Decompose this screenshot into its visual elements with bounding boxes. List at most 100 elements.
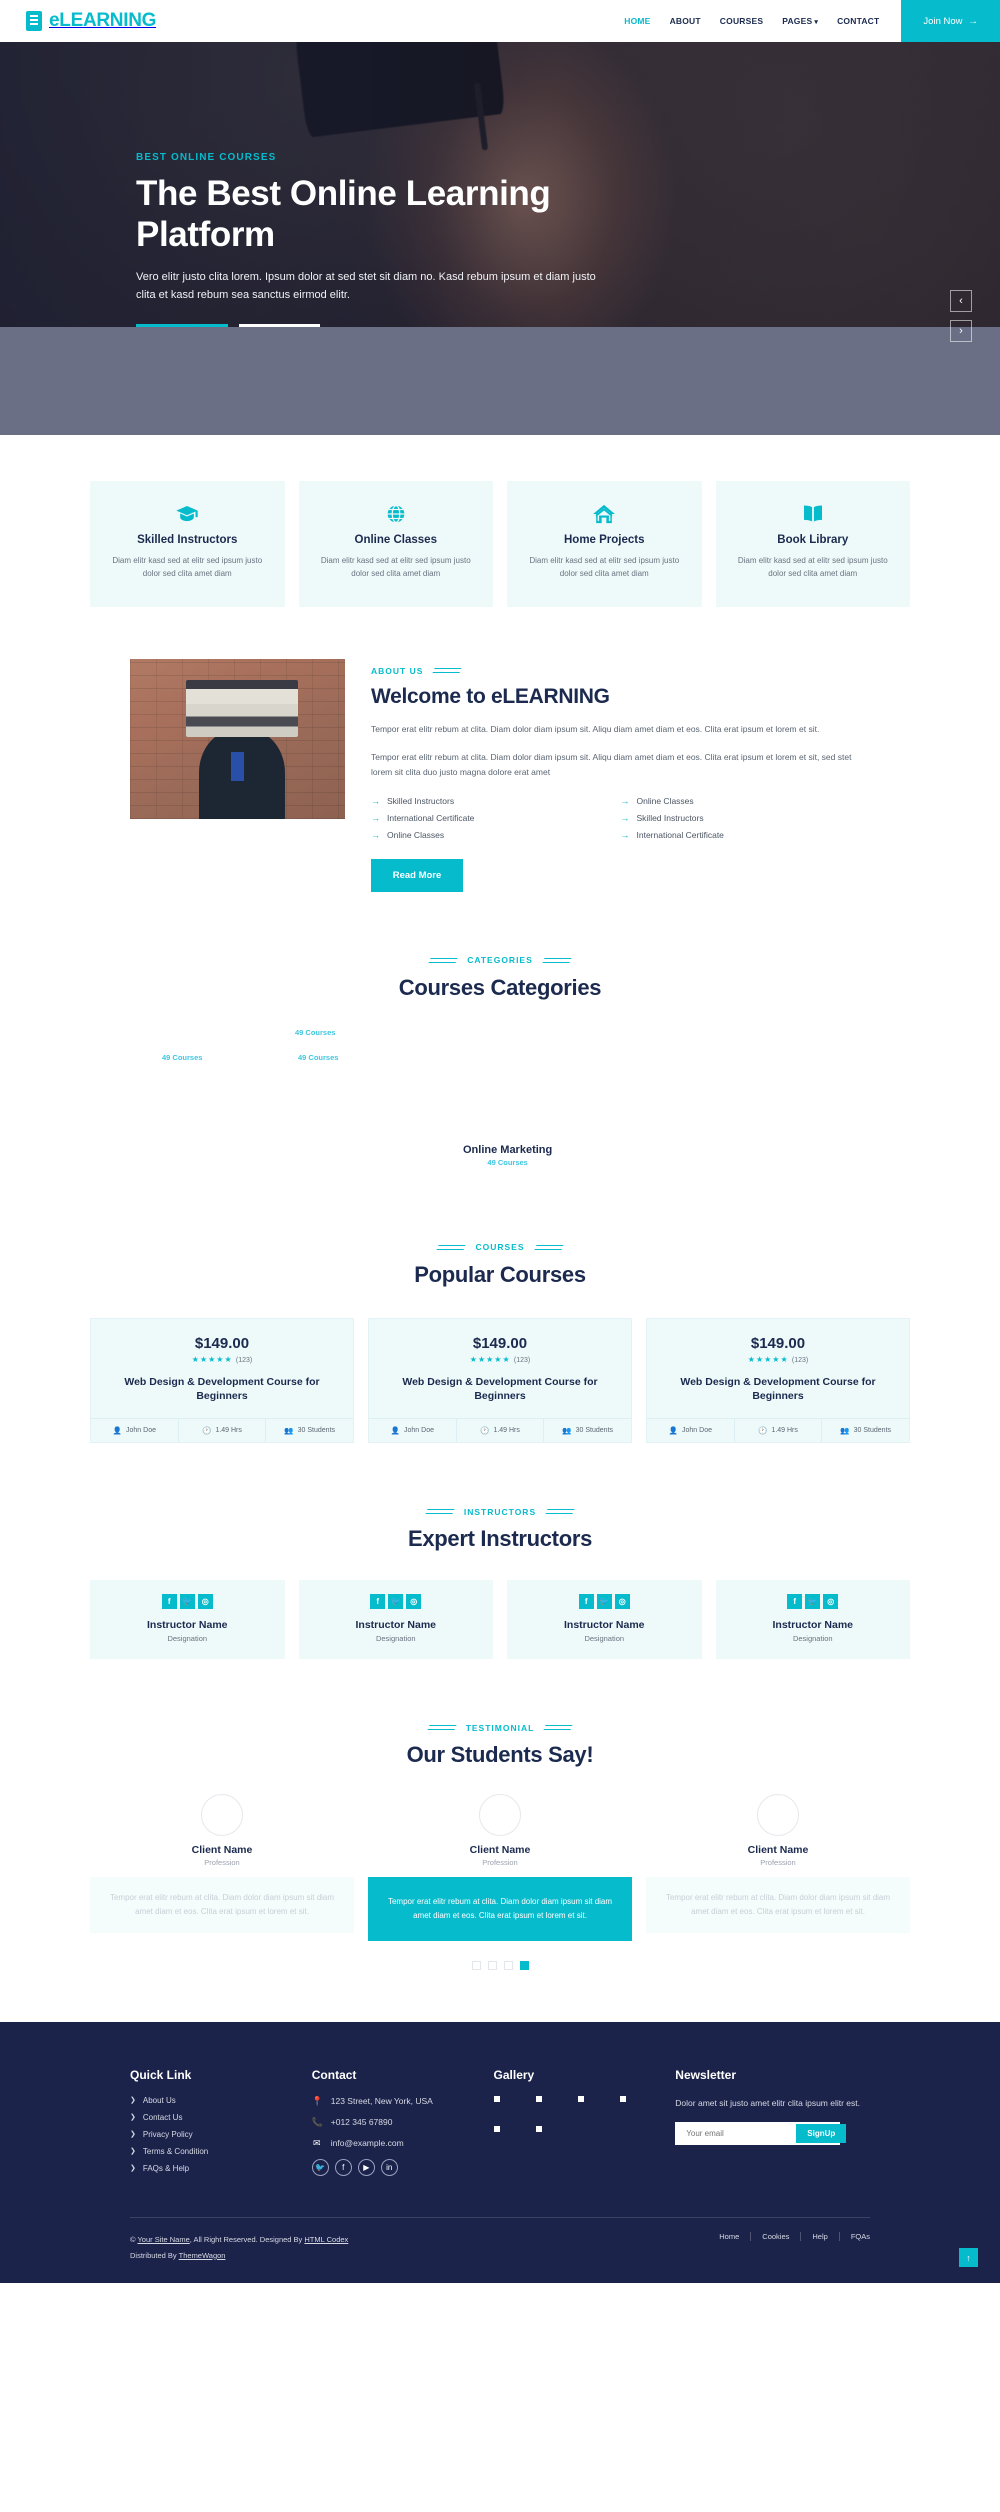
twitter-icon[interactable]: 🐦 [388,1594,404,1610]
carousel-prev-icon[interactable]: ‹ [950,290,972,312]
instructors-kicker: INSTRUCTORS [425,1507,575,1517]
carousel-dot-active[interactable] [519,1960,529,1970]
testimonial-carousel-dots [0,1960,1000,1970]
feature-text: Diam elitr kasd sed at elitr sed ipsum j… [112,556,263,578]
instructor-name: Instructor Name [146,1619,228,1632]
twitter-icon[interactable]: 🐦 [805,1594,821,1610]
carousel-dot[interactable] [503,1960,513,1970]
brand-label: eLEARNING [49,10,157,31]
course-students: 👥 30 Students [544,1419,631,1442]
facebook-icon[interactable]: f [787,1594,803,1610]
phone-icon: 📞 [311,2116,323,2127]
twitter-icon[interactable]: 🐦 [179,1594,195,1610]
instructors-header: INSTRUCTORS Expert Instructors [0,1501,1000,1552]
brand-logo[interactable]: eLEARNING [0,0,156,42]
instagram-icon[interactable]: ◎ [197,1594,213,1610]
footer-bottom-link-help[interactable]: Help [801,2231,840,2241]
copyright-site-link[interactable]: Your Site Name [137,2235,189,2244]
gallery-thumbnail[interactable] [535,2125,542,2132]
back-to-top-button[interactable]: ↑ [959,2248,978,2268]
category-card[interactable]: 49 Courses [162,1053,202,1062]
footer-bottom-link-home[interactable]: Home [708,2231,752,2241]
categories-kicker: CATEGORIES [428,955,572,965]
instructor-card[interactable]: f 🐦 ◎ Instructor Name Designation [90,1580,285,1660]
gallery-thumbnail[interactable] [535,2095,542,2102]
about-list-item: → Online Classes [371,830,621,840]
course-rating: ★★★★★ (123) [103,1355,341,1364]
gallery-thumbnail[interactable] [619,2095,626,2102]
nav-item-pages[interactable]: PAGES ▾ [782,16,818,26]
copyright-designer-link[interactable]: HTML Codex [304,2235,348,2244]
instructors-grid: f 🐦 ◎ Instructor Name Designation f 🐦 ◎ … [0,1580,1000,1660]
course-card[interactable]: $149.00 ★★★★★ (123) Web Design & Develop… [368,1317,632,1444]
footer-bottom-link-cookies[interactable]: Cookies [751,2231,802,2241]
facebook-icon[interactable]: f [370,1594,386,1610]
facebook-icon[interactable]: f [334,2158,352,2176]
nav-item-home[interactable]: HOME [624,16,650,26]
carousel-dot[interactable] [487,1960,497,1970]
newsletter-signup-button[interactable]: SignUp [796,2123,847,2143]
footer-link-faqs[interactable]: ❯ FAQs & Help [130,2164,286,2173]
footer-link-about-us[interactable]: ❯ About Us [130,2096,286,2105]
twitter-icon[interactable]: 🐦 [596,1594,612,1610]
testimonial-card[interactable]: Client Name Profession Tempor erat elitr… [646,1794,910,1933]
join-now-button[interactable]: Join Now → [901,0,1000,42]
footer-link-privacy-policy[interactable]: ❯ Privacy Policy [130,2130,286,2139]
gallery-thumbnail[interactable] [493,2125,500,2132]
clock-icon: 🕐 [758,1426,768,1436]
hero-join-now-button[interactable]: Join Now [239,323,320,327]
category-card[interactable]: 49 Courses [298,1053,338,1062]
carousel-dot[interactable] [471,1960,481,1970]
feature-title: Book Library [777,534,849,546]
instructor-card[interactable]: f 🐦 ◎ Instructor Name Designation [298,1580,493,1660]
instagram-icon[interactable]: ◎ [614,1594,630,1610]
about-read-more-button[interactable]: Read More [371,858,463,892]
course-card[interactable]: $149.00 ★★★★★ (123) Web Design & Develop… [90,1317,354,1444]
testimonial-card[interactable]: Client Name Profession Tempor erat elitr… [90,1794,354,1933]
footer-quick-link-title: Quick Link [130,2067,192,2082]
about-list-label: Skilled Instructors [636,812,704,823]
course-card[interactable]: $149.00 ★★★★★ (123) Web Design & Develop… [646,1317,910,1444]
feature-card[interactable]: Home Projects Diam elitr kasd sed at eli… [507,481,702,607]
footer-link-terms[interactable]: ❯ Terms & Condition [130,2147,286,2156]
about-list-label: International Certificate [636,829,724,840]
youtube-icon[interactable]: ▶ [357,2158,375,2176]
course-price: $149.00 [750,1334,806,1352]
footer-gallery-grid [493,2095,644,2132]
facebook-icon[interactable]: f [161,1594,177,1610]
category-card[interactable]: 49 Courses [295,1028,335,1037]
category-name: Online Marketing [463,1143,553,1156]
course-price: $149.00 [194,1334,250,1352]
instructors-kicker-label: INSTRUCTORS [463,1506,537,1517]
decorative-rule [425,1509,455,1515]
footer-bottom-link-fqas[interactable]: FQAs [840,2232,870,2241]
testimonial-card[interactable]: Client Name Profession Tempor erat elitr… [368,1794,632,1941]
feature-card[interactable]: Online Classes Diam elitr kasd sed at el… [298,481,493,607]
course-price: $149.00 [472,1334,528,1352]
instructor-card[interactable]: f 🐦 ◎ Instructor Name Designation [507,1580,702,1660]
facebook-icon[interactable]: f [578,1594,594,1610]
category-card[interactable]: Online Marketing 49 Courses [463,1144,552,1167]
newsletter-email-input[interactable] [677,2123,797,2143]
about-list-label: Online Classes [636,795,694,806]
gallery-thumbnail[interactable] [577,2095,584,2102]
feature-card[interactable]: Book Library Diam elitr kasd sed at elit… [715,481,910,607]
twitter-icon[interactable]: 🐦 [311,2158,329,2176]
instagram-icon[interactable]: ◎ [406,1594,422,1610]
gallery-thumbnail[interactable] [493,2095,500,2102]
nav-item-about[interactable]: ABOUT [670,16,701,26]
nav-item-courses[interactable]: COURSES [720,16,763,26]
instagram-icon[interactable]: ◎ [823,1594,839,1610]
linkedin-icon[interactable]: in [380,2158,398,2176]
nav-item-contact[interactable]: CONTACT [837,16,879,26]
about-list-item: → Skilled Instructors [371,796,621,806]
instructor-card[interactable]: f 🐦 ◎ Instructor Name Designation [715,1580,910,1660]
carousel-next-icon[interactable]: › [950,320,972,342]
footer-link-contact-us[interactable]: ❯ Contact Us [130,2113,286,2122]
hero-read-more-button[interactable]: Read More [136,323,228,327]
about-list-item: → International Certificate [371,813,621,823]
feature-card[interactable]: Skilled Instructors Diam elitr kasd sed … [90,481,285,607]
distributed-by-link[interactable]: ThemeWagon [179,2251,226,2260]
about-list-item: → International Certificate [621,830,871,840]
courses-kicker-label: COURSES [475,1242,525,1253]
